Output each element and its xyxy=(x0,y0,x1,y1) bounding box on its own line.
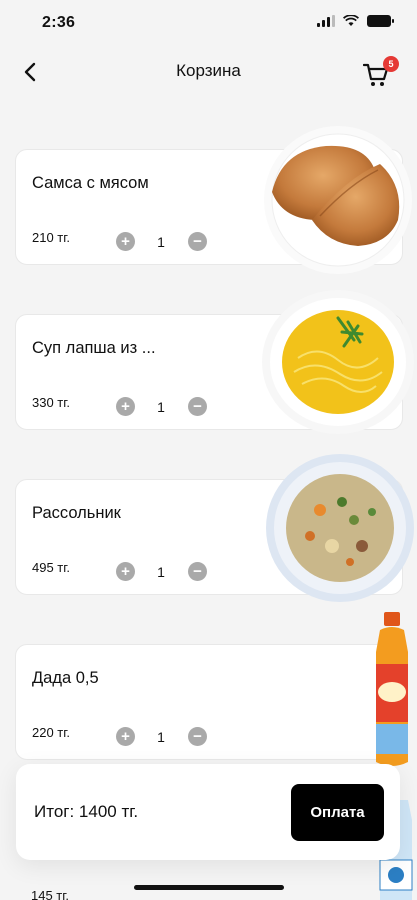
item-name: Дада 0,5 xyxy=(32,669,99,687)
increase-qty-button[interactable]: + xyxy=(116,397,135,416)
status-bar: 2:36 xyxy=(0,0,417,44)
item-price: 210 тг. xyxy=(32,230,71,245)
item-quantity: 1 xyxy=(157,234,165,250)
decrease-qty-button[interactable]: − xyxy=(188,727,207,746)
header: Корзина 5 xyxy=(0,52,417,92)
rassolnik-image xyxy=(266,454,414,602)
increase-qty-button[interactable]: + xyxy=(116,562,135,581)
item-name: Рассольник xyxy=(32,504,121,522)
item-name: Суп лапша из ... xyxy=(32,339,156,357)
status-time: 2:36 xyxy=(42,14,76,31)
battery-icon xyxy=(367,15,394,27)
decrease-qty-button[interactable]: − xyxy=(188,232,207,251)
increase-qty-button[interactable]: + xyxy=(116,232,135,251)
order-total: Итог: 1400 тг. xyxy=(34,802,139,821)
samsa-image xyxy=(264,126,412,274)
home-indicator[interactable] xyxy=(134,885,284,890)
cart-badge: 5 xyxy=(383,56,399,72)
page-title: Корзина xyxy=(176,61,241,80)
cart-button[interactable]: 5 xyxy=(363,56,399,88)
item-quantity: 1 xyxy=(157,399,165,415)
item-quantity: 1 xyxy=(157,564,165,580)
signal-icon xyxy=(317,15,335,27)
item-price: 330 тг. xyxy=(32,395,71,410)
checkout-bar: Итог: 1400 тг. Оплата xyxy=(16,764,400,860)
cart-item[interactable]: Дада 0,5 220 тг. + 1 − xyxy=(15,644,403,760)
decrease-qty-button[interactable]: − xyxy=(188,397,207,416)
dada-bottle-image xyxy=(376,612,408,766)
item-price: 145 тг. xyxy=(31,888,70,900)
noodle-soup-image xyxy=(262,290,414,434)
pay-button[interactable]: Оплата xyxy=(291,784,384,841)
item-quantity: 1 xyxy=(157,729,165,745)
item-name: Самса с мясом xyxy=(32,174,149,192)
item-price: 495 тг. xyxy=(32,560,71,575)
item-price: 220 тг. xyxy=(32,725,71,740)
increase-qty-button[interactable]: + xyxy=(116,727,135,746)
status-icons xyxy=(317,15,394,27)
wifi-icon xyxy=(343,15,359,26)
decrease-qty-button[interactable]: − xyxy=(188,562,207,581)
